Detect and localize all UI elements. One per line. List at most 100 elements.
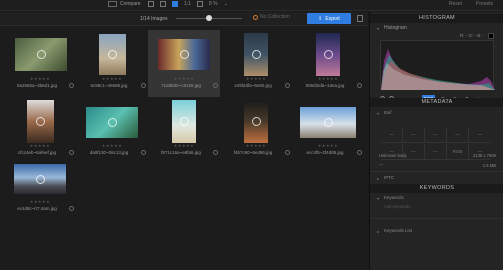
thumbnail[interactable]	[244, 100, 268, 143]
exif-cell: —	[447, 127, 469, 143]
exif-cell: —	[425, 144, 447, 160]
chevron-right-icon[interactable]: ▸	[377, 229, 379, 234]
thumbnail[interactable]	[99, 34, 126, 75]
export-button[interactable]: ⇪ Export	[307, 13, 351, 24]
thumbnail[interactable]	[15, 38, 67, 71]
info-icon[interactable]	[285, 83, 290, 88]
grid-cell[interactable]: ★★★★★ f4b7c90~6e486.jpg	[220, 97, 292, 164]
compare-label: Compare	[120, 1, 141, 7]
grid-cell-selected[interactable]: ★★★★★ 71a0b00~c8159.jpg	[148, 30, 220, 97]
star-rating[interactable]: ★★★★★	[4, 76, 76, 81]
star-rating[interactable]: ★★★★★	[220, 143, 292, 148]
info-icon[interactable]	[69, 206, 74, 211]
info-icon[interactable]	[69, 83, 74, 88]
slider-handle[interactable]	[206, 15, 212, 21]
file-name: ecc4f5~2f4d85.jpg	[306, 150, 344, 155]
split-view-icon[interactable]	[160, 1, 166, 7]
image-grid: ★★★★★ 6a2665a~3b6d1.jpg ★★★★★ 6c98c1~466…	[0, 27, 368, 270]
grid-cell[interactable]: ★★★★★ da0f130~06c13.jpg	[76, 97, 148, 164]
star-rating[interactable]: ★★★★★	[148, 76, 220, 81]
keywords-label[interactable]: Keywords	[384, 195, 404, 200]
collection-selector[interactable]: No Collection	[253, 14, 290, 20]
star-rating[interactable]: ★★★★★	[148, 143, 220, 148]
metadata-header[interactable]: METADATA	[370, 98, 503, 107]
star-rating[interactable]: ★★★★★	[76, 76, 148, 81]
star-rating[interactable]: ★★★★★	[4, 143, 76, 148]
share-icon[interactable]	[357, 15, 363, 22]
thumbnail[interactable]	[172, 100, 196, 143]
histogram-label: Histogram	[384, 25, 407, 31]
rotate-icon	[36, 117, 45, 126]
chevron-down-icon[interactable]: ⌄	[224, 1, 228, 7]
rotate-icon	[251, 50, 261, 59]
info-icon[interactable]	[141, 83, 146, 88]
presets-button[interactable]: Presets	[476, 1, 493, 7]
chevron-right-icon[interactable]: ▸	[377, 176, 379, 181]
grid-cell[interactable]: ★★★★★ 906d3afa~13ea.jpg	[292, 30, 364, 97]
star-rating[interactable]: ★★★★★	[292, 76, 364, 81]
thumbnail[interactable]	[300, 107, 356, 138]
compare-button[interactable]: Compare	[108, 1, 141, 7]
histogram-header[interactable]: HISTOGRAM	[370, 14, 503, 23]
chevron-down-icon[interactable]: ▾	[377, 26, 379, 31]
lens-value: —	[379, 162, 384, 167]
grid-view-icon[interactable]	[148, 1, 154, 7]
rotate-icon	[107, 118, 117, 127]
rotate-icon	[179, 117, 189, 126]
rotate-icon	[108, 50, 117, 59]
zoom-percent[interactable]: 8 %	[209, 1, 218, 7]
keywords-header[interactable]: KEYWORDS	[370, 184, 503, 193]
star-rating[interactable]: ★★★★★	[292, 143, 364, 148]
info-icon[interactable]	[213, 150, 218, 155]
right-panel: HISTOGRAM ▾ Histogram R: - G: - B: - RGB…	[369, 12, 503, 270]
top-toolbar: Compare 1:1 8 % ⌄ Reset Presets	[0, 0, 503, 11]
file-name: ec4d8c~07.4am.jpg	[17, 206, 57, 211]
info-icon[interactable]	[213, 83, 218, 88]
grid-cell[interactable]: ★★★★★ ec4d8c~07.4am.jpg	[4, 162, 76, 229]
star-rating[interactable]: ★★★★★	[4, 199, 76, 204]
grid-cell[interactable]: ★★★★★ 449f2dfa~6e50.jpg	[220, 30, 292, 97]
rotate-icon	[179, 50, 189, 59]
add-keyword-input[interactable]: Add keywords	[384, 204, 410, 209]
reset-button[interactable]: Reset	[449, 1, 462, 7]
info-icon[interactable]	[141, 150, 146, 155]
info-icon[interactable]	[285, 150, 290, 155]
thumbnail[interactable]	[86, 107, 138, 138]
star-rating[interactable]: ★★★★★	[220, 76, 292, 81]
divider	[370, 218, 503, 219]
compare-icon	[108, 1, 117, 7]
zoom-ratio[interactable]: 1:1	[184, 1, 191, 7]
keywords-list-label[interactable]: Keywords List	[384, 228, 412, 233]
image-count: 1/14 Images	[140, 16, 168, 22]
grid-cell[interactable]: ★★★★★ f871c16a~e8fa5.jpg	[148, 97, 220, 164]
chevron-down-icon[interactable]: ▾	[377, 111, 379, 116]
camera-body: Unknown body	[379, 153, 407, 158]
thumbnail[interactable]	[158, 39, 210, 70]
collection-label: No Collection	[260, 14, 290, 20]
rotate-icon	[35, 174, 45, 184]
fit-icon[interactable]	[196, 1, 203, 7]
thumbnail[interactable]	[244, 33, 268, 76]
exif-cell: —	[425, 127, 447, 143]
single-view-icon[interactable]	[172, 1, 178, 7]
grid-cell[interactable]: ★★★★★ 6c98c1~46695.jpg	[76, 30, 148, 97]
info-icon[interactable]	[357, 83, 362, 88]
exif-color-space: RGB	[447, 144, 469, 160]
star-rating[interactable]: ★★★★★	[76, 143, 148, 148]
iptc-label[interactable]: IPTC	[384, 175, 394, 180]
info-icon[interactable]	[357, 150, 362, 155]
thumbnail[interactable]	[27, 100, 54, 143]
toolbar-right: Reset Presets	[449, 1, 493, 7]
thumbnail[interactable]	[316, 33, 340, 76]
thumbnail[interactable]	[14, 164, 66, 194]
exif-cell: —	[381, 127, 403, 143]
grid-cell[interactable]: ★★★★★ 6a2665a~3b6d1.jpg	[4, 30, 76, 97]
grid-cell[interactable]: ★★★★★ ecc4f5~2f4d85.jpg	[292, 97, 364, 164]
chevron-down-icon[interactable]: ▾	[377, 196, 379, 201]
file-name: f4b7c90~6e486.jpg	[233, 150, 273, 155]
grid-cell[interactable]: ★★★★★ cfcc4eb~6afeef.jpg	[4, 97, 76, 164]
file-name: da0f130~06c13.jpg	[89, 150, 129, 155]
info-icon[interactable]	[69, 150, 74, 155]
exif-cell: —	[403, 127, 425, 143]
exif-label[interactable]: Exif	[384, 110, 392, 115]
